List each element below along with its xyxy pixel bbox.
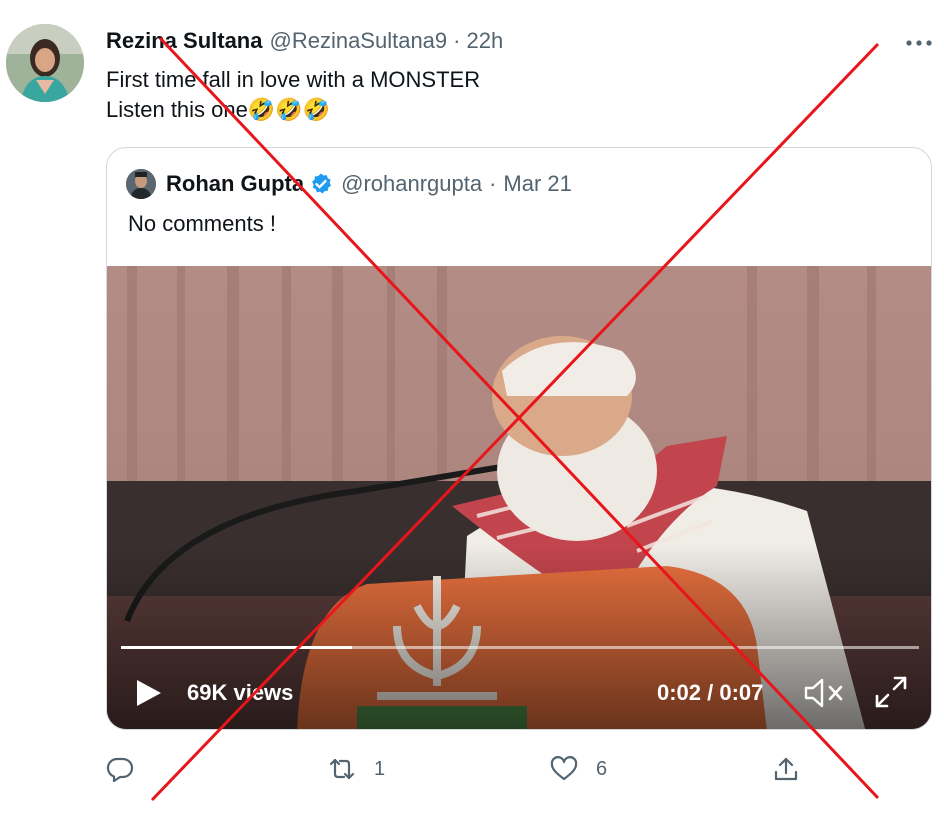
retweet-icon: [329, 758, 355, 780]
tweet-timestamp[interactable]: 22h: [466, 28, 503, 54]
retweet-count: 1: [374, 757, 386, 780]
tweet-header: Rezina Sultana @RezinaSultana9 · 22h: [106, 28, 503, 54]
quoted-tweet-text: No comments !: [128, 211, 276, 236]
reply-icon: [106, 757, 134, 783]
quoted-header-separator: ·: [489, 171, 497, 196]
video-player[interactable]: 69K views 0:02 / 0:07: [107, 266, 931, 729]
author-avatar[interactable]: [6, 24, 84, 102]
fullscreen-icon[interactable]: [873, 674, 909, 710]
author-handle[interactable]: @RezinaSultana9: [269, 28, 447, 54]
retweet-button[interactable]: 1: [328, 752, 385, 786]
heart-icon: [550, 756, 578, 781]
tweet-action-bar: 1 6: [0, 752, 944, 786]
author-display-name[interactable]: Rezina Sultana: [106, 28, 262, 54]
header-separator: ·: [453, 28, 461, 53]
quoted-avatar-image: [126, 169, 156, 199]
quoted-tweet-date[interactable]: Mar 21: [503, 171, 571, 197]
share-icon: [774, 757, 798, 781]
quoted-author-avatar[interactable]: [126, 169, 156, 199]
tweet-text: First time fall in love with a MONSTER L…: [106, 67, 481, 122]
mute-icon[interactable]: [803, 676, 845, 710]
verified-badge-icon: [312, 173, 332, 194]
reply-button[interactable]: [106, 752, 152, 786]
video-timecode: 0:02 / 0:07: [657, 680, 764, 705]
quoted-tweet-card[interactable]: Rohan Gupta @rohanrgupta · Mar 21 No com…: [106, 147, 932, 730]
quoted-author-handle[interactable]: @rohanrgupta: [341, 171, 482, 197]
quoted-author-display-name[interactable]: Rohan Gupta: [166, 171, 304, 197]
like-count: 6: [596, 757, 608, 780]
author-avatar-image: [6, 24, 84, 102]
play-icon[interactable]: [133, 678, 163, 708]
quoted-tweet-header: Rohan Gupta @rohanrgupta · Mar 21: [126, 169, 572, 199]
video-progress-track[interactable]: [121, 646, 919, 649]
share-button[interactable]: [772, 752, 818, 786]
video-progress-fill: [121, 646, 353, 649]
video-frame: [107, 266, 931, 729]
like-button[interactable]: 6: [550, 752, 607, 786]
more-dots-icon[interactable]: [904, 36, 934, 50]
video-view-count: 69K views: [187, 680, 294, 705]
